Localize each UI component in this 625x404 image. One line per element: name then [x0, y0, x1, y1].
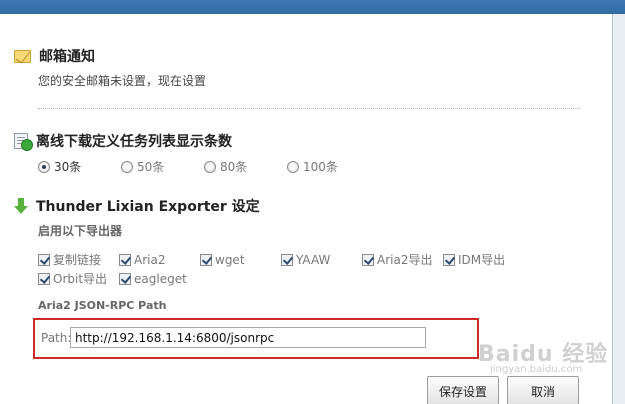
- radio-100-dot[interactable]: [287, 160, 299, 173]
- radio-30[interactable]: 30条: [38, 158, 121, 175]
- eagleget-checkbox[interactable]: [119, 272, 131, 285]
- idm-export-label: IDM导出: [458, 253, 506, 267]
- exporter-checkbox-row-2: Orbit导出 eagleget: [38, 270, 200, 287]
- offline-section-header: 离线下载定义任务列表显示条数: [14, 131, 232, 151]
- eagleget-label: eagleget: [134, 271, 187, 286]
- radio-100[interactable]: 100条: [287, 158, 370, 175]
- mail-section-title: 邮箱通知: [39, 49, 95, 65]
- cancel-button[interactable]: 取消: [507, 376, 579, 404]
- dialog-title-bar: [0, 0, 625, 14]
- radio-80-label: 80条: [220, 160, 248, 174]
- exporter-section-header: Thunder Lixian Exporter 设定: [14, 196, 260, 216]
- exporter-wget[interactable]: wget: [200, 251, 281, 268]
- list-count-radio-group: 30条 50条 80条 100条: [38, 158, 370, 175]
- baidu-watermark-url: jingyan.baidu.com: [490, 364, 583, 375]
- radio-50-label: 50条: [137, 160, 165, 174]
- radio-30-dot[interactable]: [38, 160, 50, 173]
- list-add-icon: [14, 133, 33, 151]
- wget-label: wget: [215, 252, 245, 267]
- offline-section-title: 离线下载定义任务列表显示条数: [36, 134, 232, 150]
- download-arrow-icon: [14, 198, 28, 214]
- radio-50[interactable]: 50条: [121, 158, 204, 175]
- mail-setup-link[interactable]: 您的安全邮箱未设置，现在设置: [38, 72, 206, 89]
- orbit-export-checkbox[interactable]: [38, 272, 50, 285]
- copy-link-checkbox[interactable]: [38, 253, 50, 266]
- exporter-checkbox-row-1: 复制链接 Aria2 wget YAAW Aria2导出 IDM导出: [38, 251, 524, 268]
- radio-80[interactable]: 80条: [204, 158, 287, 175]
- aria2-label: Aria2: [134, 252, 166, 267]
- rpc-path-input[interactable]: [70, 327, 426, 348]
- copy-link-label: 复制链接: [53, 253, 102, 267]
- envelope-icon: [14, 49, 31, 63]
- exporter-aria2[interactable]: Aria2: [119, 251, 200, 268]
- aria2-export-checkbox[interactable]: [362, 253, 374, 266]
- radio-50-dot[interactable]: [121, 160, 133, 173]
- radio-80-dot[interactable]: [204, 160, 216, 173]
- exporter-section-title: Thunder Lixian Exporter 设定: [36, 199, 260, 215]
- settings-dialog-body: 邮箱通知 您的安全邮箱未设置，现在设置 离线下载定义任务列表显示条数 30条 5…: [0, 14, 612, 404]
- radio-30-label: 30条: [54, 160, 82, 174]
- path-label: Path:: [41, 331, 72, 345]
- section-divider: [38, 108, 580, 109]
- aria2-export-label: Aria2导出: [377, 253, 433, 267]
- exporter-aria2-export[interactable]: Aria2导出: [362, 251, 443, 268]
- exporter-eagleget[interactable]: eagleget: [119, 270, 200, 287]
- orbit-export-label: Orbit导出: [53, 272, 108, 286]
- exporter-copy-link[interactable]: 复制链接: [38, 251, 119, 268]
- idm-export-checkbox[interactable]: [443, 253, 455, 266]
- mail-section-header: 邮箱通知: [14, 46, 95, 66]
- radio-100-label: 100条: [303, 160, 338, 174]
- exporter-orbit-export[interactable]: Orbit导出: [38, 270, 119, 287]
- aria2-rpc-heading: Aria2 JSON-RPC Path: [38, 299, 167, 312]
- wget-checkbox[interactable]: [200, 253, 212, 266]
- aria2-checkbox[interactable]: [119, 253, 131, 266]
- save-settings-button[interactable]: 保存设置: [427, 376, 499, 404]
- dialog-right-frame: [612, 14, 625, 404]
- rpc-path-highlight: Path:: [33, 318, 479, 359]
- enable-exporters-label: 启用以下导出器: [38, 224, 123, 238]
- yaaw-checkbox[interactable]: [281, 253, 293, 266]
- exporter-yaaw[interactable]: YAAW: [281, 251, 362, 268]
- exporter-idm-export[interactable]: IDM导出: [443, 251, 524, 268]
- yaaw-label: YAAW: [296, 252, 331, 267]
